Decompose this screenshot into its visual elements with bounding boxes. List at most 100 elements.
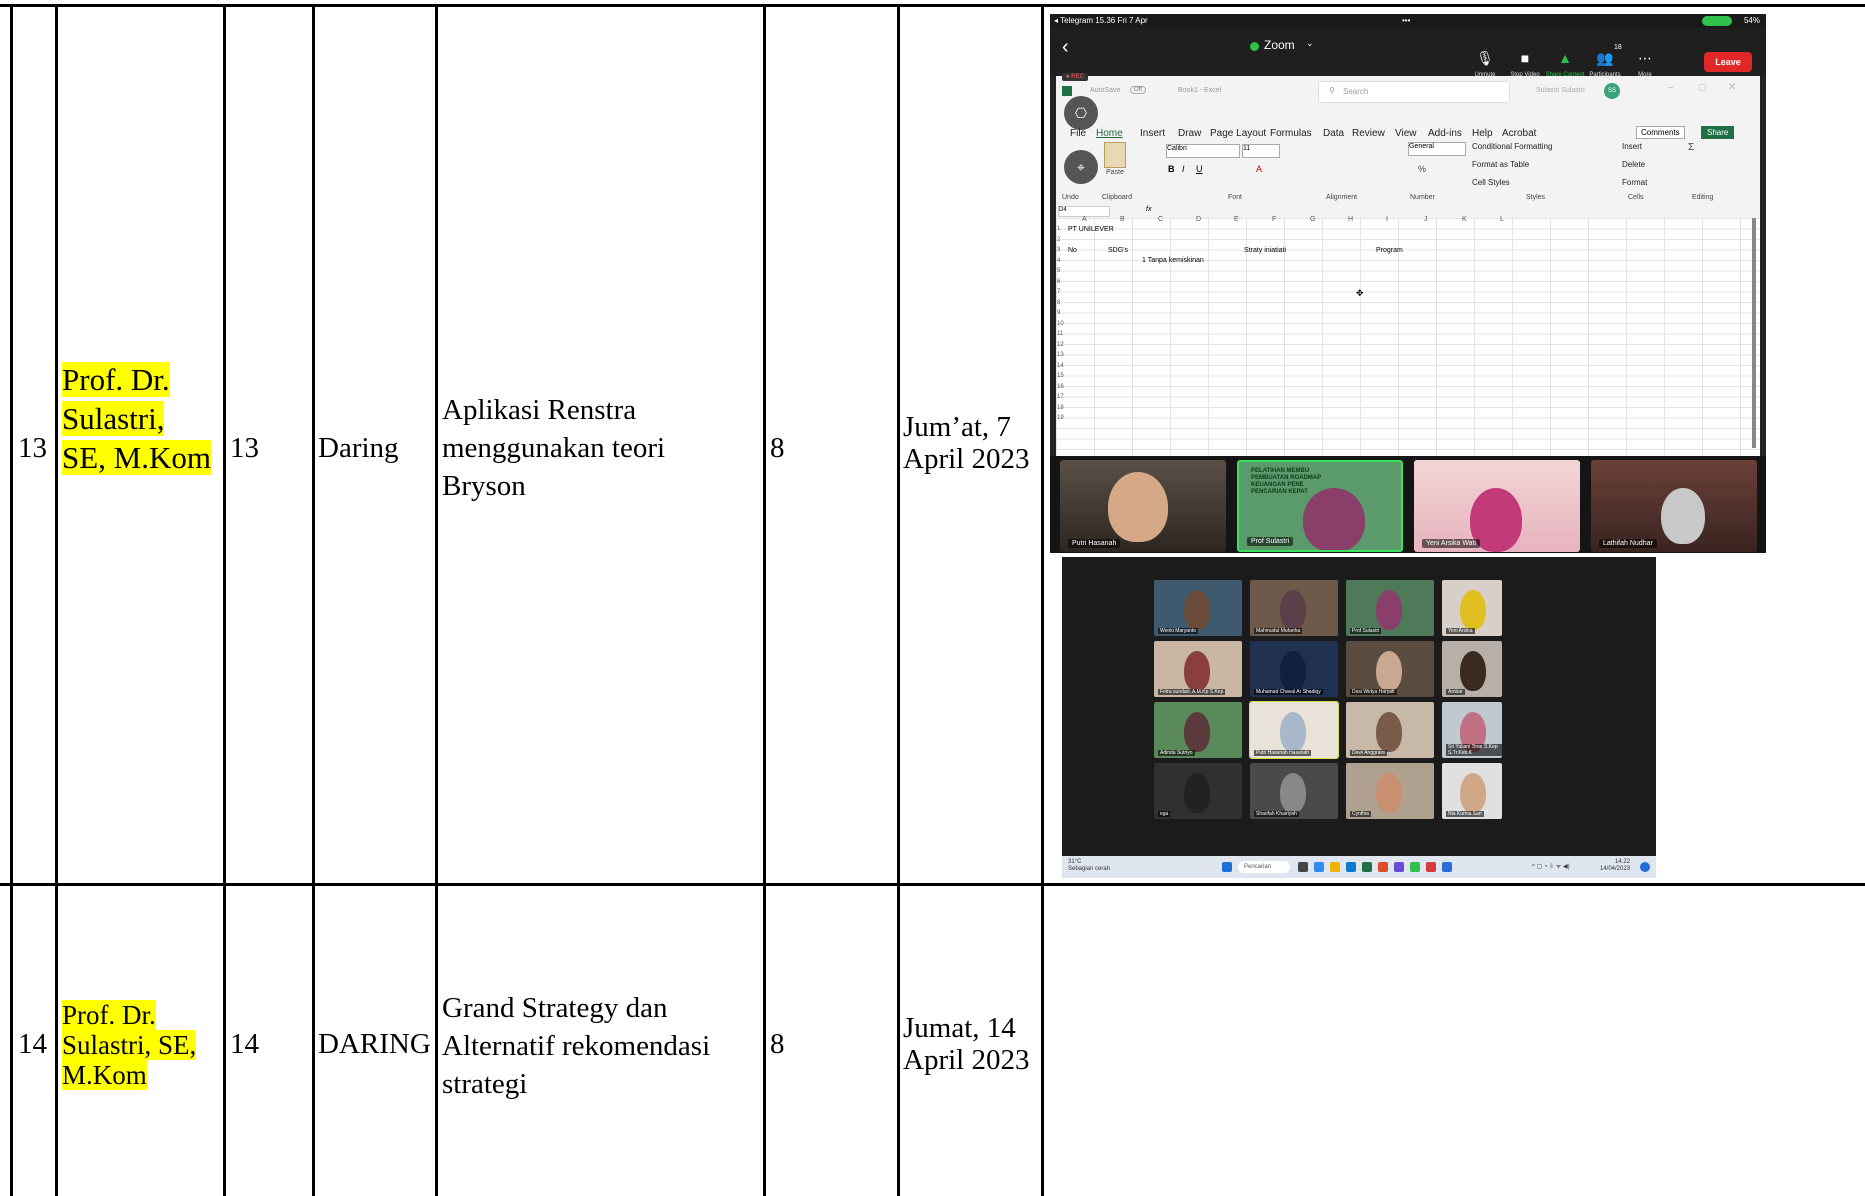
minimize-icon[interactable]: – (1668, 82, 1674, 93)
tab-home[interactable]: Home (1096, 128, 1123, 139)
cell-styles-button[interactable]: Cell Styles (1472, 178, 1510, 187)
autosum-icon[interactable]: Σ (1688, 142, 1694, 153)
delete-cells-button[interactable]: Delete (1622, 160, 1645, 169)
tab-help[interactable]: Help (1472, 128, 1493, 139)
row-header[interactable]: 13 (1057, 352, 1064, 358)
microphone-muted-icon[interactable]: 🎙 (1465, 50, 1505, 67)
insert-cells-button[interactable]: Insert (1622, 142, 1642, 151)
column-header[interactable]: G (1310, 216, 1315, 223)
gallery-tile[interactable]: Adinda Sutriyo (1154, 702, 1242, 758)
gallery-tile[interactable]: Prof Sulastri (1346, 580, 1434, 636)
gallery-tile[interactable]: Sharifah Khairiyah (1250, 763, 1338, 819)
participants-icon[interactable]: 👥 (1585, 50, 1625, 67)
folder-icon[interactable] (1330, 862, 1340, 872)
gallery-tile[interactable]: Cynthia (1346, 763, 1434, 819)
back-icon[interactable]: ‹ (1062, 36, 1069, 59)
conditional-formatting-button[interactable]: Conditional Formatting (1472, 142, 1552, 151)
zoom-app-icon[interactable] (1314, 862, 1324, 872)
tab-draw[interactable]: Draw (1178, 128, 1201, 139)
row-header[interactable]: 10 (1057, 321, 1064, 327)
font-color-icon[interactable]: A (1256, 164, 1262, 174)
tab-page-layout[interactable]: Page Layout (1210, 128, 1266, 139)
tab-insert[interactable]: Insert (1140, 128, 1165, 139)
row-header[interactable]: 17 (1057, 394, 1064, 400)
comments-button[interactable]: Comments (1636, 126, 1685, 139)
row-header[interactable]: 19 (1057, 415, 1064, 421)
column-header[interactable]: A (1082, 216, 1087, 223)
chrome-icon[interactable] (1378, 862, 1388, 872)
column-header[interactable]: E (1234, 216, 1239, 223)
row-header[interactable]: 1 (1057, 226, 1060, 232)
app-icon[interactable] (1394, 862, 1404, 872)
weather-widget[interactable]: 31°C Sebagian cerah (1068, 859, 1110, 873)
system-tray-icons[interactable]: ^ ▢ ◔ ⇩ ᯤ ◀) (1532, 862, 1570, 870)
gallery-tile[interactable]: ega (1154, 763, 1242, 819)
row-header[interactable]: 4 (1057, 258, 1060, 264)
tab-data[interactable]: Data (1323, 128, 1344, 139)
gallery-tile[interactable]: Putri Hasanah Hasanah (1249, 701, 1339, 759)
number-format-select[interactable]: General (1408, 142, 1466, 156)
clock[interactable]: 14.22 14/04/2023 (1600, 859, 1630, 873)
cell-b3[interactable]: SDG's (1108, 247, 1128, 254)
tab-view[interactable]: View (1395, 128, 1417, 139)
row-header[interactable]: 15 (1057, 373, 1064, 379)
cell-a3[interactable]: No (1068, 247, 1077, 254)
paste-icon[interactable] (1104, 142, 1126, 168)
app-icon[interactable] (1442, 862, 1452, 872)
participant-tile[interactable]: Lathifah Nudhar (1591, 460, 1757, 552)
tab-formulas[interactable]: Formulas (1270, 128, 1312, 139)
tab-review[interactable]: Review (1352, 128, 1385, 139)
gallery-tile[interactable]: Nia Kurnia Sari (1442, 763, 1502, 819)
cell-e3[interactable]: Program (1376, 247, 1403, 254)
participant-tile[interactable]: Putri Hasanah (1060, 460, 1226, 552)
font-size-select[interactable]: 11 (1242, 144, 1280, 158)
gallery-tile[interactable]: Sri Yuliani Tinar S.Kep S.Tr.Keb.K (1442, 702, 1502, 758)
row-header[interactable]: 9 (1057, 310, 1060, 316)
more-icon[interactable]: ⋯ (1625, 50, 1665, 67)
row-header[interactable]: 18 (1057, 405, 1064, 411)
maximize-icon[interactable]: ▢ (1698, 82, 1707, 93)
gallery-tile[interactable]: Dewi Anggraini (1346, 702, 1434, 758)
notification-icon[interactable] (1640, 862, 1650, 872)
italic-icon[interactable]: I (1182, 164, 1185, 174)
bold-icon[interactable]: B (1168, 164, 1175, 174)
row-header[interactable]: 8 (1057, 300, 1060, 306)
tab-add-ins[interactable]: Add-ins (1428, 128, 1462, 139)
windows-start-icon[interactable] (1222, 862, 1232, 872)
font-name-select[interactable]: Calibri (1166, 144, 1240, 158)
column-header[interactable]: F (1272, 216, 1276, 223)
row-header[interactable]: 3 (1057, 247, 1060, 253)
gallery-tile[interactable]: Desi Widya Haryati (1346, 641, 1434, 697)
edge-icon[interactable] (1346, 862, 1356, 872)
column-header[interactable]: K (1462, 216, 1467, 223)
spreadsheet-grid[interactable]: ABCDEFGHIJKL 1 2 3 4 5 6 7 8 9 10 11 12 13 14 15 16 17 18… (1056, 216, 1760, 456)
row-header[interactable]: 12 (1057, 342, 1064, 348)
scrollbar[interactable] (1752, 218, 1756, 448)
format-cells-button[interactable]: Format (1622, 178, 1647, 187)
gallery-tile[interactable]: Muhamad Chaval Ar Shadiqy (1250, 641, 1338, 697)
gallery-tile[interactable]: Fetra sundari, A.M.Kp S.Kep (1154, 641, 1242, 697)
taskbar-search[interactable]: Pencarian (1238, 861, 1290, 873)
gallery-tile[interactable]: Mahmudul Mufariha (1250, 580, 1338, 636)
participant-tile[interactable]: PELATIHAN MEMBU PEMBUATAN ROADMAP KEUANG… (1237, 460, 1403, 552)
column-header[interactable]: I (1386, 216, 1388, 223)
gallery-tile[interactable]: Wenki Maryanto (1154, 580, 1242, 636)
row-header[interactable]: 5 (1057, 268, 1060, 274)
avatar[interactable]: SS (1604, 83, 1620, 99)
screenshot-icon[interactable]: ⌖ (1064, 150, 1098, 184)
percent-icon[interactable]: % (1418, 164, 1426, 174)
row-header[interactable]: 11 (1057, 331, 1063, 337)
column-header[interactable]: B (1120, 216, 1125, 223)
column-header[interactable]: H (1348, 216, 1353, 223)
gallery-tile[interactable]: Ambar (1442, 641, 1502, 697)
column-header[interactable]: D (1196, 216, 1201, 223)
tab-acrobat[interactable]: Acrobat (1502, 128, 1536, 139)
cell-d3[interactable]: Straty iniatiati (1244, 247, 1286, 254)
row-header[interactable]: 7 (1057, 289, 1060, 295)
close-icon[interactable]: ✕ (1728, 82, 1736, 93)
chevron-down-icon[interactable]: ⌄ (1306, 38, 1314, 49)
row-header[interactable]: 2 (1057, 237, 1060, 243)
autosave-toggle[interactable]: Off (1130, 86, 1146, 94)
column-header[interactable]: C (1158, 216, 1163, 223)
task-view-icon[interactable] (1298, 862, 1308, 872)
